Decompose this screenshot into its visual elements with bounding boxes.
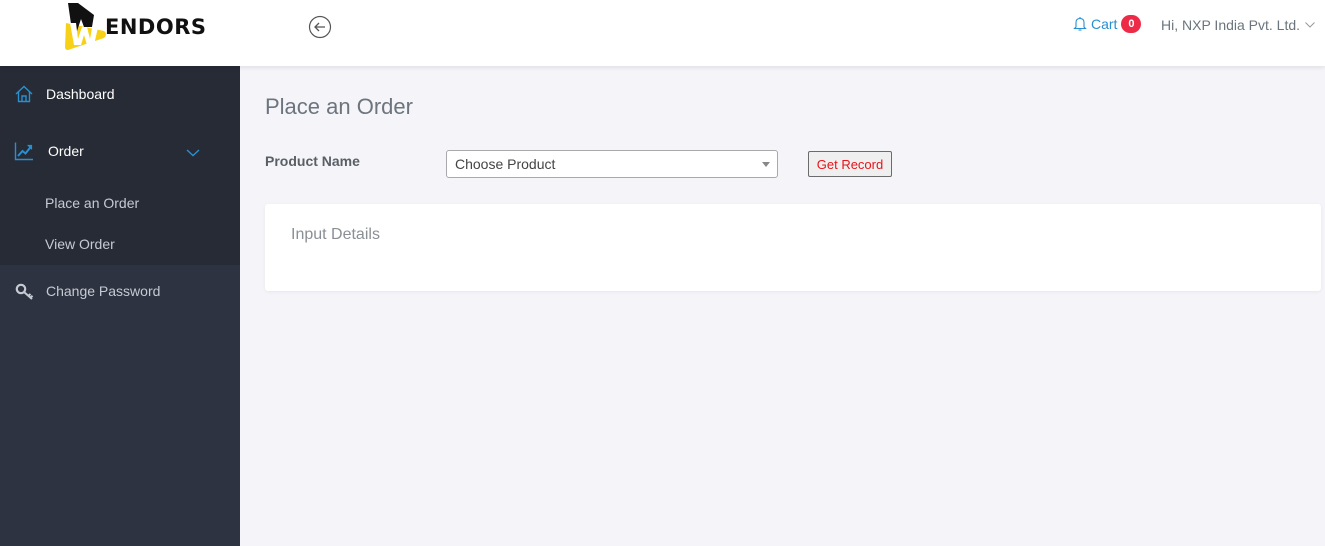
product-select-value: Choose Product	[455, 156, 556, 172]
input-details-card: Input Details	[265, 204, 1321, 291]
chevron-down-icon	[1305, 22, 1315, 28]
bell-icon	[1073, 17, 1087, 31]
get-record-button[interactable]: Get Record	[808, 151, 892, 177]
sidebar-item-label: Order	[48, 143, 84, 159]
back-arrow-icon[interactable]	[308, 15, 332, 39]
sidebar: Dashboard Order Place an Order View Orde…	[0, 66, 240, 546]
card-title: Input Details	[291, 226, 380, 243]
dropdown-caret-icon	[762, 162, 770, 167]
logo-mark-icon	[65, 3, 106, 50]
top-header: ENDORS Cart 0 Hi, NXP India Pvt. Ltd.	[0, 0, 1325, 66]
order-submenu: Place an Order View Order	[0, 180, 240, 265]
product-name-label: Product Name	[265, 153, 360, 169]
logo[interactable]: ENDORS	[64, 0, 224, 52]
sidebar-subitem-view-order[interactable]: View Order	[45, 236, 115, 252]
product-select[interactable]: Choose Product	[446, 150, 778, 178]
home-icon	[15, 85, 33, 103]
sidebar-item-change-password[interactable]: Change Password	[0, 265, 240, 319]
sidebar-item-dashboard[interactable]: Dashboard	[0, 66, 240, 122]
cart-label: Cart	[1091, 16, 1118, 32]
user-greeting: Hi, NXP India Pvt. Ltd.	[1161, 17, 1301, 33]
chart-line-icon	[14, 142, 33, 161]
key-icon	[15, 283, 34, 300]
cart-link[interactable]: Cart 0	[1073, 15, 1142, 33]
logo-text: ENDORS	[105, 15, 207, 39]
cart-count-badge: 0	[1121, 15, 1142, 33]
sidebar-item-label: Dashboard	[46, 86, 115, 102]
user-menu[interactable]: Hi, NXP India Pvt. Ltd.	[1161, 17, 1315, 33]
chevron-down-icon	[186, 149, 200, 157]
sidebar-subitem-place-order[interactable]: Place an Order	[45, 195, 139, 211]
sidebar-item-label: Change Password	[46, 283, 161, 299]
sidebar-item-order[interactable]: Order	[0, 122, 240, 180]
main-content: Place an Order Product Name Choose Produ…	[240, 66, 1325, 546]
page-title: Place an Order	[265, 94, 413, 119]
